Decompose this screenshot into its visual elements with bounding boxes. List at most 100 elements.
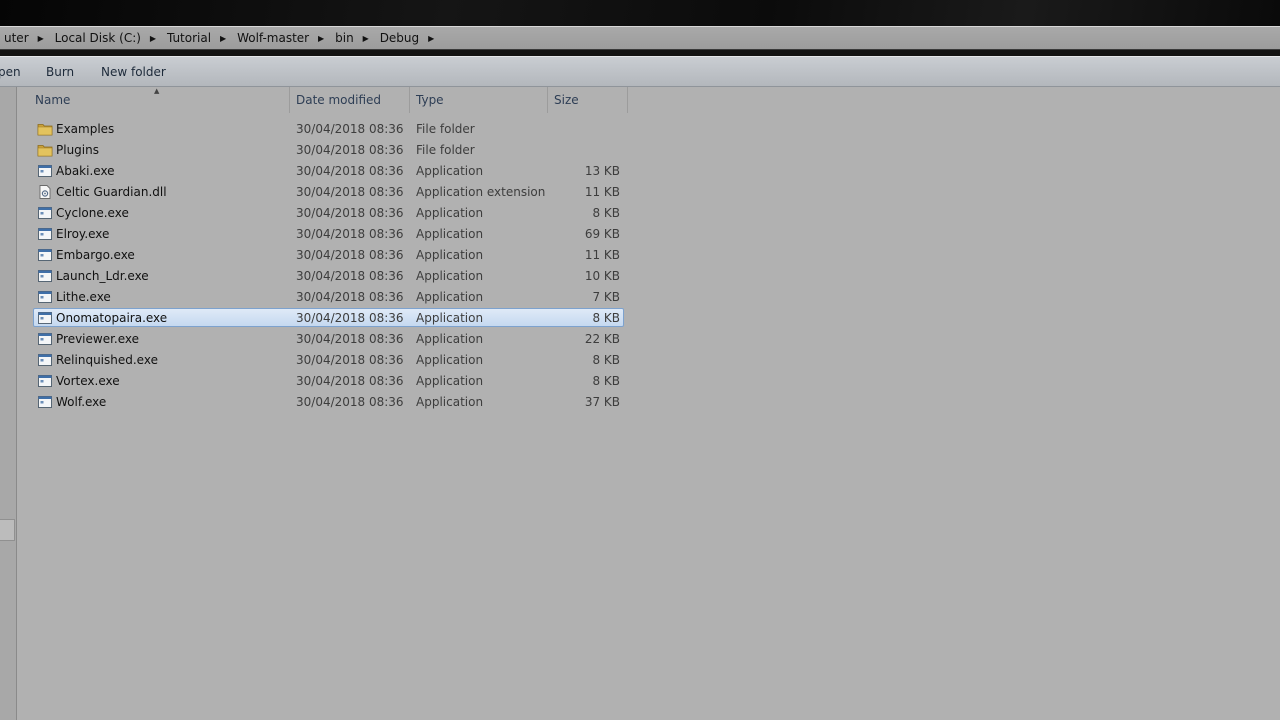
file-name: Plugins (56, 143, 99, 157)
file-row[interactable]: Abaki.exe 30/04/2018 08:36 Application 13 K… (33, 161, 624, 180)
breadcrumb-local-disk[interactable]: Local Disk (C:) ▶ (49, 27, 161, 49)
breadcrumb-arrow-icon[interactable]: ▶ (313, 34, 329, 43)
file-row[interactable]: Elroy.exe 30/04/2018 08:36 Application 69 K… (33, 224, 624, 243)
breadcrumb: uter ▶ Local Disk (C:) ▶ Tutorial ▶ Wolf… (0, 27, 439, 49)
file-type: Application (416, 311, 484, 325)
file-row[interactable]: Launch_Ldr.exe 30/04/2018 08:36 Applicatio… (33, 266, 624, 285)
window-glass-frame (0, 0, 1280, 26)
column-headers: Name ▲ Date modified Type Size (17, 87, 628, 113)
file-date-modified: 30/04/2018 08:36 (296, 248, 404, 262)
file-date-modified: 30/04/2018 08:36 (296, 206, 404, 220)
breadcrumb-label: Wolf-master (237, 31, 310, 45)
burn-button[interactable]: Burn (46, 57, 74, 87)
command-bar: pen Burn New folder (0, 56, 1280, 87)
file-date-modified: 30/04/2018 08:36 (296, 374, 404, 388)
breadcrumb-arrow-icon[interactable]: ▶ (215, 34, 231, 43)
breadcrumb-arrow-icon[interactable]: ▶ (423, 34, 439, 43)
file-row[interactable]: Wolf.exe 30/04/2018 08:36 Application 37 KB (33, 392, 624, 411)
file-date-modified: 30/04/2018 08:36 (296, 269, 404, 283)
breadcrumb-label: bin (335, 31, 354, 45)
file-size: 8 KB (592, 311, 620, 325)
application-icon (37, 310, 53, 326)
column-header-name[interactable]: Name (29, 87, 290, 113)
file-name: Examples (56, 122, 115, 136)
application-icon (37, 289, 53, 305)
file-date-modified: 30/04/2018 08:36 (296, 353, 404, 367)
file-date-modified: 30/04/2018 08:36 (296, 332, 404, 346)
breadcrumb-arrow-icon[interactable]: ▶ (358, 34, 374, 43)
breadcrumb-wolf-master[interactable]: Wolf-master ▶ (231, 27, 329, 49)
column-header-size[interactable]: Size (548, 87, 628, 113)
file-name: Wolf.exe (56, 395, 107, 409)
file-type: Application (416, 290, 484, 304)
nav-pane-splitter[interactable] (0, 519, 15, 541)
file-type: File folder (416, 122, 475, 136)
address-bar[interactable]: uter ▶ Local Disk (C:) ▶ Tutorial ▶ Wolf… (0, 26, 1280, 50)
file-type: File folder (416, 143, 475, 157)
file-name: Relinquished.exe (56, 353, 158, 367)
application-icon (37, 205, 53, 221)
file-row[interactable]: Vortex.exe 30/04/2018 08:36 Application 8 K… (33, 371, 624, 390)
navigation-pane[interactable] (0, 87, 17, 720)
column-header-label: Type (416, 93, 444, 107)
breadcrumb-debug[interactable]: Debug ▶ (374, 27, 439, 49)
file-size: 13 KB (584, 164, 620, 178)
file-row[interactable]: Cyclone.exe 30/04/2018 08:36 Application 8 … (33, 203, 624, 222)
breadcrumb-arrow-icon[interactable]: ▶ (145, 34, 161, 43)
folder-icon (37, 121, 53, 137)
column-header-type[interactable]: Type (410, 87, 548, 113)
file-name: Celtic Guardian.dll (56, 185, 167, 199)
file-row[interactable]: Embargo.exe 30/04/2018 08:36 Application 11… (33, 245, 624, 264)
file-name: Abaki.exe (56, 164, 115, 178)
file-name: Vortex.exe (56, 374, 120, 388)
file-date-modified: 30/04/2018 08:36 (296, 311, 404, 325)
application-icon (37, 331, 53, 347)
open-button[interactable]: pen (0, 57, 21, 87)
file-list-view[interactable]: Name ▲ Date modified Type Size Examples 3… (17, 87, 1280, 720)
file-size: 8 KB (592, 374, 620, 388)
file-size: 22 KB (584, 332, 620, 346)
application-icon (37, 394, 53, 410)
file-size: 37 KB (584, 395, 620, 409)
file-type: Application (416, 164, 484, 178)
file-type: Application extension (416, 185, 546, 199)
file-row[interactable]: Onomatopaira.exe 30/04/2018 08:36 Applicat… (33, 308, 624, 327)
column-header-date-modified[interactable]: Date modified (290, 87, 410, 113)
breadcrumb-label: Local Disk (C:) (54, 31, 141, 45)
application-icon (37, 226, 53, 242)
column-header-label: Size (554, 93, 579, 107)
breadcrumb-label: Tutorial (166, 31, 212, 45)
file-size: 8 KB (592, 206, 620, 220)
file-row[interactable]: Celtic Guardian.dll 30/04/2018 08:36 Appli… (33, 182, 624, 201)
new-folder-button[interactable]: New folder (101, 57, 166, 87)
column-header-label: Name (35, 93, 71, 107)
file-type: Application (416, 269, 484, 283)
file-row[interactable]: Previewer.exe 30/04/2018 08:36 Application… (33, 329, 624, 348)
application-icon (37, 352, 53, 368)
breadcrumb-bin[interactable]: bin ▶ (329, 27, 374, 49)
file-name: Elroy.exe (56, 227, 110, 241)
file-date-modified: 30/04/2018 08:36 (296, 227, 404, 241)
file-type: Application (416, 332, 484, 346)
file-row[interactable]: Plugins 30/04/2018 08:36 File folder (33, 140, 624, 159)
application-icon (37, 163, 53, 179)
breadcrumb-tutorial[interactable]: Tutorial ▶ (161, 27, 231, 49)
application-icon (37, 373, 53, 389)
file-date-modified: 30/04/2018 08:36 (296, 290, 404, 304)
file-name: Lithe.exe (56, 290, 111, 304)
file-size: 8 KB (592, 353, 620, 367)
file-type: Application (416, 227, 484, 241)
file-name: Embargo.exe (56, 248, 135, 262)
file-size: 7 KB (592, 290, 620, 304)
breadcrumb-arrow-icon[interactable]: ▶ (33, 34, 49, 43)
file-row[interactable]: Examples 30/04/2018 08:36 File folder (33, 119, 624, 138)
breadcrumb-label: uter (4, 31, 29, 45)
file-name: Onomatopaira.exe (56, 311, 168, 325)
file-name: Launch_Ldr.exe (56, 269, 149, 283)
file-date-modified: 30/04/2018 08:36 (296, 143, 404, 157)
dll-icon (37, 184, 53, 200)
breadcrumb-computer[interactable]: uter ▶ (0, 27, 49, 49)
file-row[interactable]: Relinquished.exe 30/04/2018 08:36 Applicat… (33, 350, 624, 369)
file-row[interactable]: Lithe.exe 30/04/2018 08:36 Application 7 KB (33, 287, 624, 306)
file-date-modified: 30/04/2018 08:36 (296, 185, 404, 199)
